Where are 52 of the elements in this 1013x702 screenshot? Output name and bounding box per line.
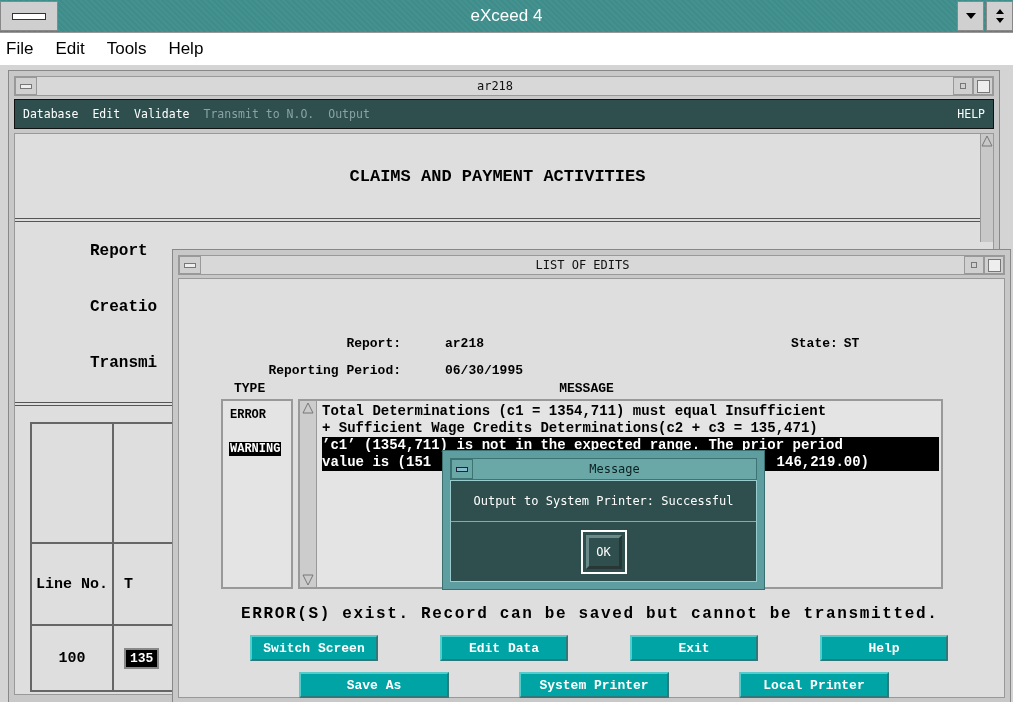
field-label: Transmi (90, 354, 158, 372)
field-label: State: (791, 336, 838, 351)
line-number: 100 (58, 649, 86, 667)
column-header: Line No. (36, 575, 108, 593)
message-line-row[interactable]: + Sufficient Wage Credits Determinations(c2 + c3 = 135,471) (322, 420, 939, 437)
menu-item[interactable]: Tools (106, 39, 147, 59)
period-value: 06/30/1995 (445, 363, 524, 378)
field-label: Reporting Period: (267, 363, 401, 378)
column-header: TYPE (234, 380, 266, 396)
help-menu[interactable]: HELP (957, 107, 985, 121)
type-list[interactable]: ERROR WARNING (221, 399, 293, 589)
message-text: 146,219.00) (776, 454, 869, 471)
scroll-up-icon[interactable] (302, 401, 314, 415)
scrollbar[interactable] (980, 134, 993, 242)
report-heading: CLAIMS AND PAYMENT ACTIVITIES (349, 166, 646, 186)
message-line-row[interactable]: Total Determinations (c1 = 1354,711) must equal Insufficient (322, 403, 939, 420)
type-item[interactable]: ERROR (229, 408, 267, 422)
column-header: T (124, 575, 133, 593)
caret-down-icon (964, 12, 977, 20)
window-title: ar218 (475, 78, 515, 95)
scrollbar[interactable] (300, 401, 317, 587)
field-label: Report (90, 242, 148, 260)
ok-button[interactable]: OK (585, 534, 622, 569)
dialog-title: Message (588, 461, 641, 478)
minimize-button[interactable] (957, 1, 984, 31)
type-item[interactable]: WARNING (229, 442, 282, 456)
message-text: + Sufficient Wage Credits Determinations(c2 + c3 = 135,471) (322, 420, 818, 437)
menu-item[interactable]: Validate (134, 107, 190, 121)
report-value: ar218 (445, 336, 485, 351)
window-title: LIST OF EDITS (534, 257, 631, 274)
status-message: ERROR(S) exist. Record can be saved but cannot be transmitted. (241, 605, 939, 623)
dialog-message: Output to System Printer: Successful (473, 494, 734, 508)
window-menu-button[interactable] (0, 1, 58, 31)
scroll-up-icon[interactable] (981, 134, 993, 148)
menu-item[interactable]: Help (168, 39, 204, 59)
state-value: ST (843, 336, 860, 351)
column-header: MESSAGE (559, 380, 614, 396)
window-menu-button[interactable] (451, 459, 473, 479)
window-title: eXceed 4 (469, 6, 544, 26)
menu-item[interactable]: Database (23, 107, 79, 121)
message-text: ’c1’ (1354,711) is not in the expected range. The prior period (322, 437, 843, 454)
menu-item[interactable]: File (6, 39, 34, 59)
message-text: value is (151 (322, 454, 432, 471)
message-text: Total Determinations (c1 = 1354,711) must equal Insufficient (322, 403, 827, 420)
field-label: Creatio (90, 298, 158, 316)
scroll-down-icon[interactable] (302, 573, 314, 587)
maximize-button[interactable] (986, 1, 1013, 31)
value-field[interactable]: 135 (124, 647, 160, 669)
up-down-arrows-icon (994, 8, 1005, 24)
menu-item[interactable]: Edit (55, 39, 85, 59)
field-label: Report: (345, 336, 401, 351)
menu-item[interactable]: Edit (92, 107, 121, 121)
